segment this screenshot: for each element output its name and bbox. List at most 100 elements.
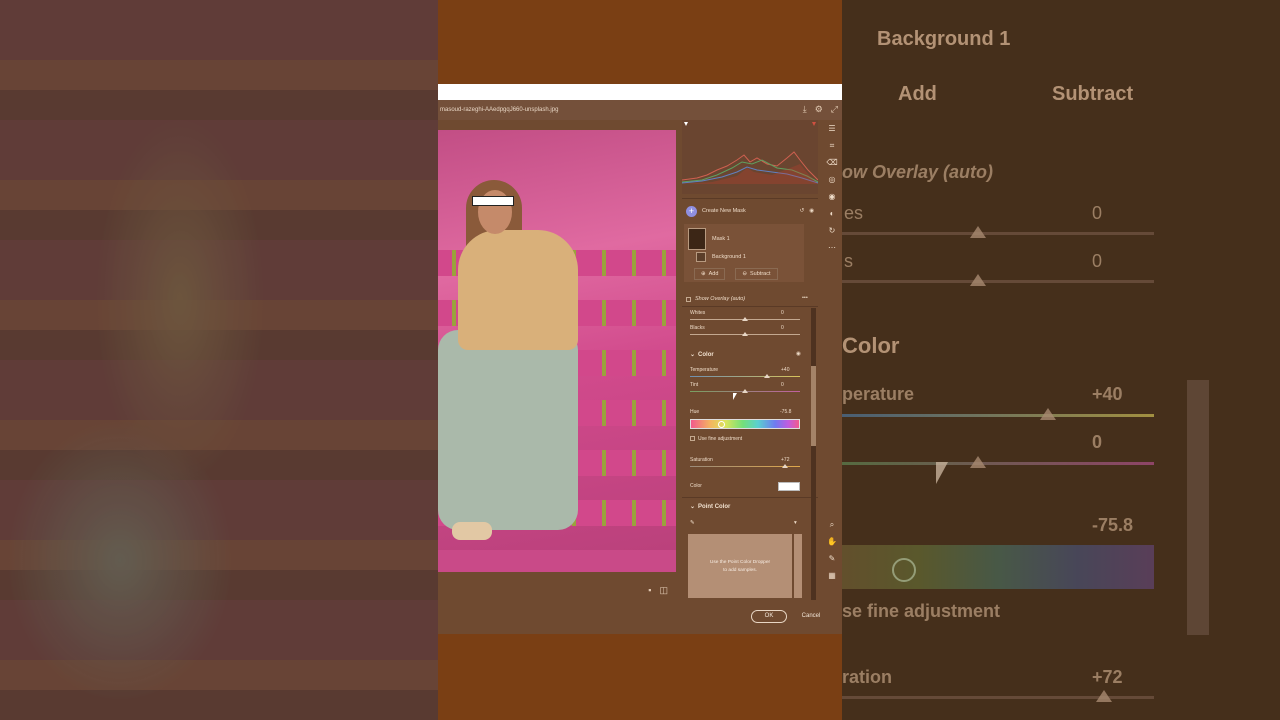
mouse-cursor <box>733 393 737 400</box>
cancel-button[interactable]: Cancel <box>794 610 828 623</box>
add-icon: ⊕ <box>701 271 706 277</box>
overlay-row[interactable]: Show Overlay (auto) <box>686 296 745 302</box>
zoom-color-title: Color <box>842 333 900 358</box>
histogram <box>682 120 818 194</box>
file-name: masoud-razeghi-AAedpgqJ660-unsplash.jpg <box>440 107 559 113</box>
zoomed-panel-overlay: Background 1 Add Subtract ow Overlay (au… <box>842 0 1280 720</box>
masking-panel: + Create New Mask ↺ ◉ Mask 1 Background … <box>682 120 818 600</box>
screen: Background 1 Add Subtract ow Overlay (au… <box>0 0 1280 720</box>
hue-bar[interactable] <box>690 419 800 429</box>
saturation-label: Saturation <box>690 457 713 463</box>
redeye-icon[interactable]: ◉ <box>829 188 836 205</box>
eraser-icon[interactable]: ⌫ <box>826 154 837 171</box>
zoom-whites-label: es <box>844 203 864 223</box>
more-icon[interactable]: ⋯ <box>828 239 836 256</box>
color-section-header[interactable]: ⌄ Color <box>690 351 714 359</box>
zoom-overlay-label: ow Overlay (auto) <box>842 162 994 182</box>
hue-label: Hue <box>690 409 700 415</box>
hue-value[interactable]: -75.8 <box>780 409 791 415</box>
tint-knob[interactable] <box>742 389 748 393</box>
temperature-label: Temperature <box>690 367 719 373</box>
zoom-subtract-label: Subtract <box>1052 83 1134 105</box>
hand-icon[interactable]: ✋ <box>827 533 837 550</box>
background-label[interactable]: Background 1 <box>712 254 746 260</box>
temperature-slider[interactable] <box>690 376 800 377</box>
zoom-icon[interactable]: ⌕ <box>830 516 834 533</box>
subtract-button[interactable]: ⊖ Subtract <box>735 268 778 280</box>
zoom-temp-label: perature <box>842 384 915 404</box>
white-strip <box>438 84 842 100</box>
panel-scroll-thumb[interactable] <box>811 366 816 446</box>
temperature-value[interactable]: +40 <box>781 367 789 373</box>
split-view-icon[interactable]: ◫ <box>659 585 668 596</box>
zoom-blacks-value: 0 <box>1092 251 1103 271</box>
zoom-blacks-label: s <box>844 251 853 271</box>
zoom-sat-label: ration <box>842 667 893 687</box>
tint-label: Tint <box>690 382 699 388</box>
create-mask-row[interactable]: + Create New Mask ↺ ◉ <box>686 204 814 218</box>
dropper-icon[interactable]: ✎ <box>690 520 695 526</box>
rotate-icon[interactable]: ↻ <box>829 222 836 239</box>
color-eye-icon[interactable]: ◉ <box>796 351 801 357</box>
whites-value[interactable]: 0 <box>781 310 784 316</box>
blacks-label: Blacks <box>690 325 705 331</box>
mask1-label[interactable]: Mask 1 <box>712 236 730 242</box>
ok-button[interactable]: OK <box>751 610 787 623</box>
blacks-knob[interactable] <box>742 332 748 336</box>
zoom-fine-label: se fine adjustment <box>842 601 1001 621</box>
panel-scrollbar[interactable] <box>811 308 816 600</box>
tint-value[interactable]: 0 <box>781 382 784 388</box>
dropper-hint-2: to add samples. <box>723 568 757 573</box>
saturation-value[interactable]: +72 <box>781 457 789 463</box>
dialog-footer: OK Cancel <box>438 600 842 634</box>
create-mask-label: Create New Mask <box>702 208 746 214</box>
chevron-down-icon: ⌄ <box>690 352 696 358</box>
zoom-sat-value: +72 <box>1092 667 1123 687</box>
tool-strip: ☰ ⌗ ⌫ ◎ ◉ ◐ ↻ ⋯ ⌕ ✋ ✎ ▦ <box>822 120 842 600</box>
reset-icon[interactable]: ↺ <box>800 208 805 214</box>
blacks-value[interactable]: 0 <box>781 325 784 331</box>
mask-thumbnail[interactable] <box>688 228 706 250</box>
mask-icon[interactable]: ◎ <box>829 171 836 188</box>
gear-icon[interactable]: ⚙ <box>815 104 823 114</box>
fine-adjust-label: Use fine adjustment <box>698 436 743 442</box>
saturation-knob[interactable] <box>782 464 788 468</box>
color-label: Color <box>690 483 702 489</box>
more-options-icon[interactable]: ••• <box>802 295 808 301</box>
background-thumbnail[interactable] <box>696 252 706 262</box>
dropdown-arrow-icon[interactable]: ▾ <box>794 520 797 526</box>
photo-preview[interactable] <box>438 130 676 572</box>
sample-strip <box>794 534 802 598</box>
eye-icon[interactable]: ◉ <box>809 208 814 214</box>
fine-adjust-checkbox[interactable] <box>690 436 695 441</box>
plus-icon[interactable]: + <box>686 205 697 217</box>
temperature-knob[interactable] <box>764 374 770 378</box>
zoom-tint-value: 0 <box>1092 432 1103 452</box>
mask-list: Mask 1 Background 1 ⊕ Add ⊖ Subtract <box>684 224 804 282</box>
single-view-icon[interactable]: ▪ <box>648 585 651 595</box>
hue-handle[interactable] <box>718 421 725 428</box>
whites-knob[interactable] <box>742 317 748 321</box>
video-center-column: masoud-razeghi-AAedpgqJ660-unsplash.jpg … <box>438 0 842 720</box>
color-swatch[interactable] <box>778 482 800 491</box>
whites-label: Whites <box>690 310 706 316</box>
blurred-photo-background-left <box>0 0 438 720</box>
point-color-samples: Use the Point Color Dropper to add sampl… <box>688 534 792 598</box>
sampler-icon[interactable]: ✎ <box>829 550 836 567</box>
overlay-label: Show Overlay (auto) <box>695 296 746 302</box>
fullscreen-icon[interactable]: ⤢ <box>831 104 838 114</box>
grid-icon[interactable]: ▦ <box>828 567 836 584</box>
save-icon[interactable]: ⤓ <box>803 104 807 114</box>
zoom-add-label: Add <box>898 83 937 105</box>
chevron-down-icon: ⌄ <box>690 504 696 510</box>
zoom-hue-value: -75.8 <box>1092 515 1134 535</box>
edit-icon[interactable]: ☰ <box>828 120 835 137</box>
point-color-header[interactable]: ⌄ Point Color <box>690 503 730 511</box>
presets-icon[interactable]: ◐ <box>830 205 835 222</box>
subtract-icon: ⊖ <box>742 271 748 277</box>
crop-icon[interactable]: ⌗ <box>830 137 835 154</box>
zoom-background-label: Background 1 <box>877 28 1011 50</box>
zoom-whites-value: 0 <box>1092 203 1103 223</box>
overlay-checkbox[interactable] <box>686 296 691 302</box>
add-button[interactable]: ⊕ Add <box>694 268 726 280</box>
